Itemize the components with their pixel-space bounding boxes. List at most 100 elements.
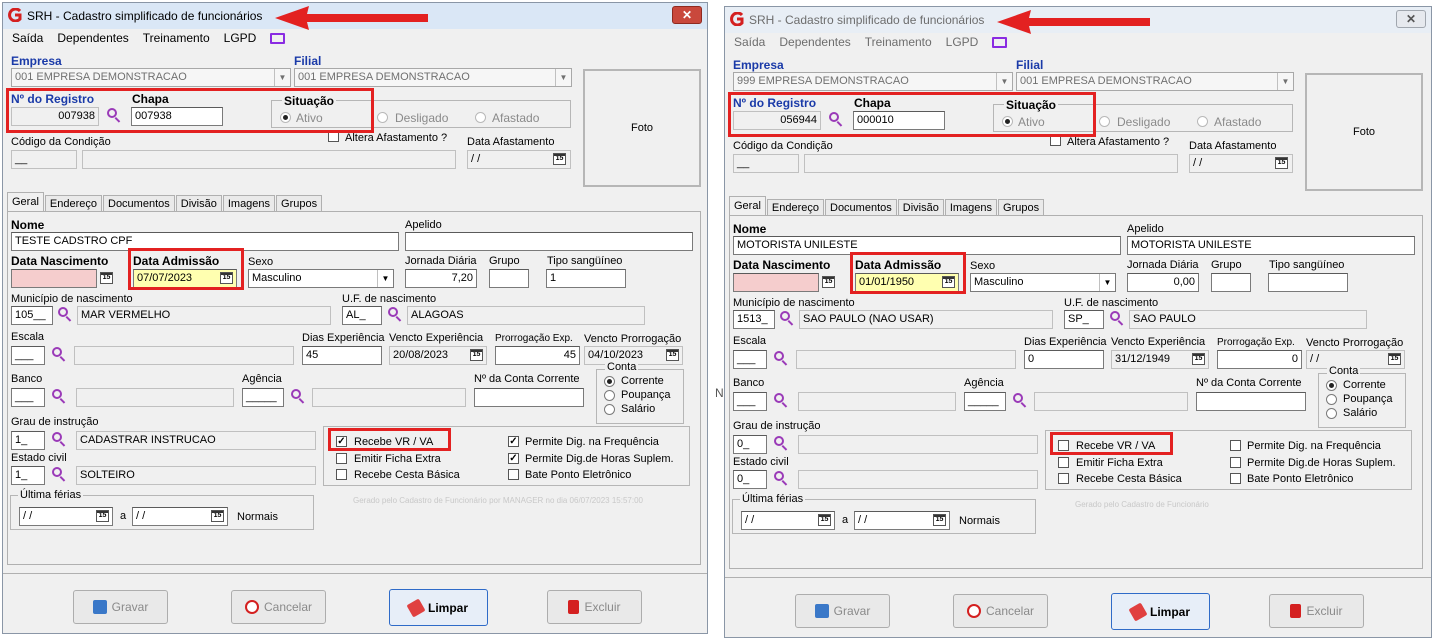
search-municipio-icon[interactable]: [56, 305, 74, 323]
gravar-button[interactable]: Gravar: [795, 594, 890, 628]
banco-field[interactable]: ___: [11, 388, 45, 407]
recebe-vr-checkbox[interactable]: ✓: [336, 436, 347, 447]
situacao-ativo-radio[interactable]: [1002, 116, 1013, 127]
tab-imagens[interactable]: Imagens: [222, 195, 276, 212]
tab-documentos[interactable]: Documentos: [103, 195, 175, 212]
conta-salario-radio[interactable]: [1326, 408, 1337, 419]
search-banco-icon[interactable]: [50, 387, 68, 405]
tipo-sanguineo-field[interactable]: [1268, 273, 1348, 292]
permite-frequencia-checkbox[interactable]: ✓: [508, 436, 519, 447]
data-nascimento-field[interactable]: [733, 273, 819, 292]
calendar-ferias-ate-icon[interactable]: 15: [211, 510, 224, 522]
estado-civil-code-field[interactable]: 0_: [733, 470, 767, 489]
conta-salario-radio[interactable]: [604, 404, 615, 415]
search-uf-icon[interactable]: [1108, 309, 1126, 327]
permite-horas-checkbox[interactable]: ✓: [508, 453, 519, 464]
dias-experiencia-field[interactable]: 45: [302, 346, 382, 365]
cancelar-button[interactable]: Cancelar: [231, 590, 326, 624]
search-estado-civil-icon[interactable]: [772, 469, 790, 487]
gravar-button[interactable]: Gravar: [73, 590, 168, 624]
situacao-afastado-radio[interactable]: [475, 112, 486, 123]
excluir-button[interactable]: Excluir: [547, 590, 642, 624]
grupo-field[interactable]: [1211, 273, 1251, 292]
calendar-vencto-exp-icon[interactable]: 15: [470, 349, 483, 361]
permite-horas-checkbox[interactable]: [1230, 457, 1241, 468]
search-agencia-icon[interactable]: [289, 387, 307, 405]
calendar-nascimento-icon[interactable]: 15: [100, 272, 113, 284]
menu-treinamento[interactable]: Treinamento: [865, 35, 932, 49]
jornada-field[interactable]: 0,00: [1127, 273, 1199, 292]
search-grau-icon[interactable]: [50, 430, 68, 448]
tab-documentos[interactable]: Documentos: [825, 199, 897, 216]
calendar-afastamento-icon[interactable]: 15: [553, 153, 566, 165]
nome-field[interactable]: MOTORISTA UNILESTE: [733, 236, 1121, 255]
situacao-desligado-radio[interactable]: [377, 112, 388, 123]
search-estado-civil-icon[interactable]: [50, 465, 68, 483]
situacao-afastado-radio[interactable]: [1197, 116, 1208, 127]
empresa-select[interactable]: 001 EMPRESA DEMONSTRACAO ▼: [11, 68, 291, 87]
sexo-select[interactable]: Masculino ▼: [970, 273, 1116, 292]
filial-select[interactable]: 001 EMPRESA DEMONSTRACAO ▼: [1016, 72, 1294, 91]
menu-saida[interactable]: Saída: [734, 35, 765, 49]
calendar-vencto-prorrog-icon[interactable]: 15: [1388, 353, 1401, 365]
prorrogacao-field[interactable]: 45: [495, 346, 580, 365]
calendar-vencto-exp-icon[interactable]: 15: [1192, 353, 1205, 365]
escala-field[interactable]: ___: [733, 350, 767, 369]
dias-experiencia-field[interactable]: 0: [1024, 350, 1104, 369]
codigo-condicao-field[interactable]: __: [11, 150, 77, 169]
escala-field[interactable]: ___: [11, 346, 45, 365]
nome-field[interactable]: TESTE CADSTRO CPF: [11, 232, 399, 251]
search-registro-icon[interactable]: [105, 106, 123, 124]
estado-civil-code-field[interactable]: 1_: [11, 466, 45, 485]
tab-imagens[interactable]: Imagens: [944, 199, 998, 216]
photo-box[interactable]: Foto: [1305, 73, 1423, 191]
search-grau-icon[interactable]: [772, 434, 790, 452]
agencia-field[interactable]: _____: [964, 392, 1006, 411]
grau-instrucao-code-field[interactable]: 0_: [733, 435, 767, 454]
empresa-select[interactable]: 999 EMPRESA DEMONSTRACAO ▼: [733, 72, 1013, 91]
bate-ponto-checkbox[interactable]: [1230, 473, 1241, 484]
chapa-field[interactable]: 000010: [853, 111, 945, 130]
banco-field[interactable]: ___: [733, 392, 767, 411]
situacao-desligado-radio[interactable]: [1099, 116, 1110, 127]
search-escala-icon[interactable]: [772, 349, 790, 367]
agencia-field[interactable]: _____: [242, 388, 284, 407]
menu-lgpd[interactable]: LGPD: [224, 31, 257, 45]
calendar-afastamento-icon[interactable]: 15: [1275, 157, 1288, 169]
municipio-code-field[interactable]: 1513_: [733, 310, 775, 329]
limpar-button[interactable]: Limpar: [389, 589, 488, 626]
conta-poupanca-radio[interactable]: [604, 390, 615, 401]
calendar-ferias-ate-icon[interactable]: 15: [933, 514, 946, 526]
monitor-icon[interactable]: [270, 33, 286, 44]
tab-divisao[interactable]: Divisão: [175, 195, 222, 212]
tab-geral[interactable]: Geral: [7, 192, 44, 212]
grupo-field[interactable]: [489, 269, 529, 288]
calendar-ferias-de-icon[interactable]: 15: [818, 514, 831, 526]
registro-field[interactable]: 056944: [733, 111, 821, 130]
conta-corrente-radio[interactable]: [604, 376, 615, 387]
altera-afastamento-checkbox[interactable]: [328, 131, 339, 142]
registro-field[interactable]: 007938: [11, 107, 99, 126]
search-registro-icon[interactable]: [827, 110, 845, 128]
prorrogacao-field[interactable]: 0: [1217, 350, 1302, 369]
menu-dependentes[interactable]: Dependentes: [57, 31, 128, 45]
tab-geral[interactable]: Geral: [729, 196, 766, 216]
calendar-ferias-de-icon[interactable]: 15: [96, 510, 109, 522]
calendar-vencto-prorrog-icon[interactable]: 15: [666, 349, 679, 361]
recebe-cesta-checkbox[interactable]: [1058, 473, 1069, 484]
menu-treinamento[interactable]: Treinamento: [143, 31, 210, 45]
calendar-nascimento-icon[interactable]: 15: [822, 276, 835, 288]
codigo-condicao-field[interactable]: __: [733, 154, 799, 173]
search-banco-icon[interactable]: [772, 391, 790, 409]
recebe-vr-checkbox[interactable]: [1058, 440, 1069, 451]
filial-select[interactable]: 001 EMPRESA DEMONSTRACAO ▼: [294, 68, 572, 87]
search-escala-icon[interactable]: [50, 345, 68, 363]
tab-divisao[interactable]: Divisão: [897, 199, 944, 216]
conta-corrente-field[interactable]: [474, 388, 584, 407]
emitir-ficha-checkbox[interactable]: [336, 453, 347, 464]
menu-dependentes[interactable]: Dependentes: [779, 35, 850, 49]
grau-instrucao-code-field[interactable]: 1_: [11, 431, 45, 450]
apelido-field[interactable]: [405, 232, 693, 251]
uf-code-field[interactable]: SP_: [1064, 310, 1104, 329]
altera-afastamento-checkbox[interactable]: [1050, 135, 1061, 146]
